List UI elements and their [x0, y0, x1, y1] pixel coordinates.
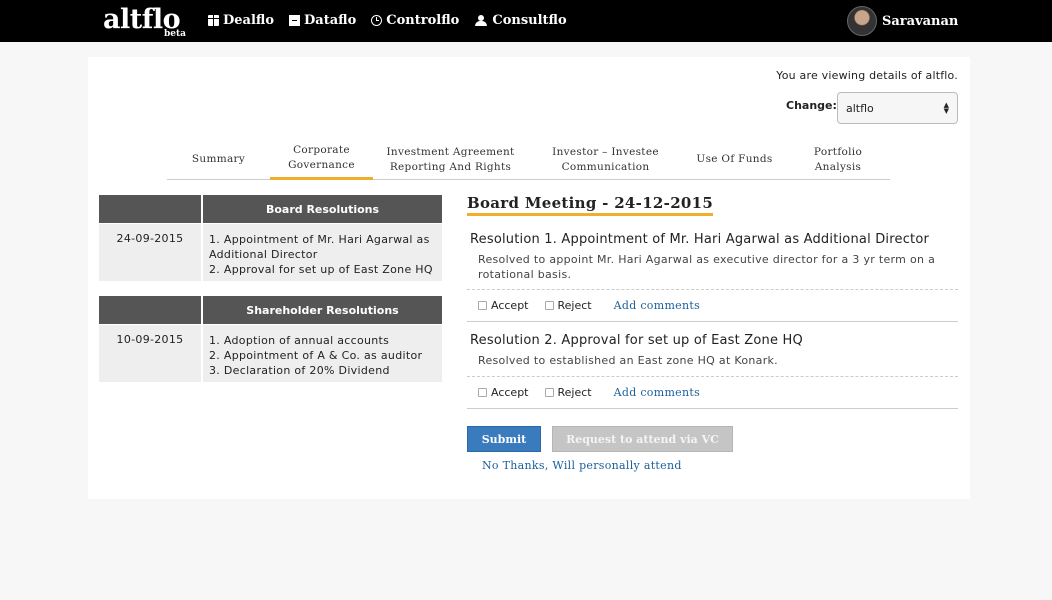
gift-icon: [208, 15, 219, 26]
tab-investor-investee[interactable]: Investor – Investee Communication: [528, 139, 683, 180]
tab-investor-investee-line2: Communication: [561, 160, 650, 173]
tab-investment-agreement[interactable]: Investment Agreement Reporting And Rights: [373, 139, 528, 180]
resolution-1-accept-checkbox[interactable]: Accept: [478, 299, 529, 312]
accept-label: Accept: [491, 386, 529, 399]
list-item: 2. Appointment of A & Co. as auditor: [209, 349, 423, 362]
tab-portfolio-analysis-line1: Portfolio: [813, 145, 863, 158]
resolution-1-desc-line: Resolved to appoint Mr. Hari Agarwal as …: [478, 253, 936, 266]
shareholder-resolutions-table: Shareholder Resolutions 10-09-2015 1. Ad…: [99, 296, 442, 382]
tab-use-of-funds-label: Use Of Funds: [696, 153, 773, 165]
nav-dataflo-label: Dataflo: [304, 13, 357, 28]
board-resolutions-title: Board Resolutions: [203, 195, 442, 223]
resolution-2-desc-line: Resolved to established an East zone HQ …: [478, 354, 778, 367]
table-header: Shareholder Resolutions: [99, 296, 442, 324]
content-panel: You are viewing details of altflo. Chang…: [88, 57, 970, 499]
tab-investment-agreement-line1: Investment Agreement: [386, 145, 515, 158]
company-select[interactable]: altflo ▲ ▼: [837, 92, 958, 124]
resolution-2-description: Resolved to established an East zone HQ …: [467, 353, 958, 368]
resolution-2: Resolution 2. Approval for set up of Eas…: [467, 333, 958, 368]
clock-icon: [371, 15, 383, 26]
checkbox-icon[interactable]: [478, 301, 487, 310]
tab-investment-agreement-line2: Reporting And Rights: [389, 160, 512, 173]
user-name[interactable]: Saravanan: [882, 14, 958, 29]
table-header: Board Resolutions: [99, 195, 442, 223]
nav-dealflo-label: Dealflo: [223, 13, 275, 28]
resolution-2-actions: Accept Reject Add comments: [467, 376, 958, 409]
table-row[interactable]: 10-09-2015 1. Adoption of annual account…: [99, 325, 442, 382]
resolution-1-desc-line: rotational basis.: [478, 268, 572, 281]
list-item: Additional Director: [209, 248, 318, 261]
board-resolutions-table: Board Resolutions 24-09-2015 1. Appointm…: [99, 195, 442, 281]
list-item: 1. Adoption of annual accounts: [209, 334, 390, 347]
user-menu[interactable]: Saravanan: [847, 6, 958, 36]
viewing-text: You are viewing details of altflo.: [776, 69, 958, 82]
header-date-cell: [99, 296, 201, 324]
resolution-2-add-comments-link[interactable]: Add comments: [614, 386, 700, 399]
users-icon: [474, 15, 488, 26]
select-arrows-icon: ▲ ▼: [943, 101, 949, 115]
section-tabs: Summary Corporate Governance Investment A…: [167, 139, 890, 180]
resolution-1-actions: Accept Reject Add comments: [467, 289, 958, 322]
row-date: 10-09-2015: [99, 325, 201, 382]
checkbox-icon[interactable]: [478, 388, 487, 397]
resolution-2-reject-checkbox[interactable]: Reject: [544, 386, 592, 399]
change-label: Change:: [786, 99, 837, 112]
resolution-1-add-comments-link[interactable]: Add comments: [614, 299, 700, 312]
nav-controlflo[interactable]: Controlflo: [371, 13, 459, 28]
checkbox-icon[interactable]: [544, 301, 554, 310]
resolution-2-title: Resolution 2. Approval for set up of Eas…: [470, 333, 803, 348]
meeting-title: Board Meeting - 24-12-2015: [467, 194, 714, 216]
resolution-1: Resolution 1. Appointment of Mr. Hari Ag…: [467, 232, 958, 282]
list-item: 1. Appointment of Mr. Hari Agarwal as: [209, 233, 430, 246]
tab-corporate-governance[interactable]: Corporate Governance: [270, 139, 373, 180]
archive-icon: [289, 15, 301, 26]
header-date-cell: [99, 195, 201, 223]
resolution-2-accept-checkbox[interactable]: Accept: [478, 386, 529, 399]
reject-label: Reject: [557, 386, 592, 399]
resolution-1-title: Resolution 1. Appointment of Mr. Hari Ag…: [470, 232, 930, 247]
logo-beta-label: beta: [164, 29, 187, 39]
nav-controlflo-label: Controlflo: [386, 13, 460, 28]
shareholder-resolutions-title: Shareholder Resolutions: [203, 296, 442, 324]
row-date: 24-09-2015: [99, 224, 201, 281]
tab-investor-investee-line1: Investor – Investee: [552, 145, 659, 158]
avatar[interactable]: [847, 6, 877, 36]
table-row[interactable]: 24-09-2015 1. Appointment of Mr. Hari Ag…: [99, 224, 442, 281]
submit-button[interactable]: Submit: [467, 426, 541, 452]
nav-dataflo[interactable]: Dataflo: [289, 13, 356, 28]
nav-consultflo-label: Consultflo: [492, 13, 567, 28]
list-item: 2. Approval for set up of East Zone HQ: [209, 263, 433, 276]
company-select-value: altflo: [846, 101, 874, 115]
tab-use-of-funds[interactable]: Use Of Funds: [683, 139, 786, 180]
tab-corporate-governance-line2: Governance: [288, 159, 355, 171]
checkbox-icon[interactable]: [544, 388, 554, 397]
tab-corporate-governance-line1: Corporate: [293, 144, 350, 156]
row-items: 1. Adoption of annual accounts 2. Appoin…: [203, 325, 442, 382]
main-nav: Dealflo Dataflo Controlflo Consultflo: [208, 13, 567, 28]
request-vc-button[interactable]: Request to attend via VC: [552, 426, 733, 452]
nav-dealflo[interactable]: Dealflo: [208, 13, 274, 28]
list-item: 3. Declaration of 20% Dividend: [209, 364, 390, 377]
reject-label: Reject: [557, 299, 592, 312]
tab-portfolio-analysis-line2: Analysis: [814, 160, 862, 173]
row-items: 1. Appointment of Mr. Hari Agarwal as Ad…: [203, 224, 442, 281]
no-thanks-link[interactable]: No Thanks, Will personally attend: [482, 459, 682, 472]
tab-portfolio-analysis[interactable]: Portfolio Analysis: [786, 139, 890, 180]
resolution-1-description: Resolved to appoint Mr. Hari Agarwal as …: [467, 252, 958, 282]
resolution-1-reject-checkbox[interactable]: Reject: [544, 299, 592, 312]
accept-label: Accept: [491, 299, 529, 312]
tab-summary-label: Summary: [191, 153, 246, 165]
tab-summary[interactable]: Summary: [167, 139, 270, 180]
top-navbar: altflo beta Dealflo Dataflo Controlflo C…: [0, 0, 1052, 42]
nav-consultflo[interactable]: Consultflo: [474, 13, 567, 28]
